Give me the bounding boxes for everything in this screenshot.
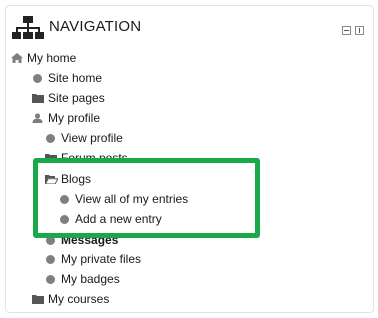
circle-icon — [60, 215, 69, 224]
sitemap-icon — [12, 16, 44, 39]
circle-icon — [60, 195, 69, 204]
block-header: NAVIGATION — [6, 6, 373, 46]
folder-icon — [32, 295, 44, 304]
circle-icon — [46, 275, 55, 284]
tree-item-label: My badges — [61, 272, 120, 286]
dock-block-button[interactable] — [355, 26, 364, 35]
folder-open-icon — [45, 175, 58, 184]
minimize-block-button[interactable] — [342, 26, 351, 35]
tree-item-label: Site pages — [48, 91, 105, 105]
block-title: NAVIGATION — [49, 18, 142, 35]
user-icon — [32, 113, 43, 123]
tree-item-label: My private files — [61, 252, 142, 266]
circle-icon — [46, 255, 55, 264]
tree-item-label: My courses — [48, 292, 110, 306]
tree-item-label: Add a new entry — [75, 212, 162, 226]
tree-item-label: Blogs — [61, 172, 92, 186]
folder-icon — [32, 94, 44, 103]
home-icon — [11, 53, 23, 63]
tree-item-label: View profile — [61, 131, 123, 145]
circle-icon — [46, 134, 55, 143]
tree-item-label: My profile — [48, 111, 101, 125]
circle-icon — [33, 74, 42, 83]
tree-item-label: My home — [27, 51, 77, 65]
tree-item-label: Site home — [48, 71, 103, 85]
tree-item-label: View all of my entries — [75, 192, 189, 206]
